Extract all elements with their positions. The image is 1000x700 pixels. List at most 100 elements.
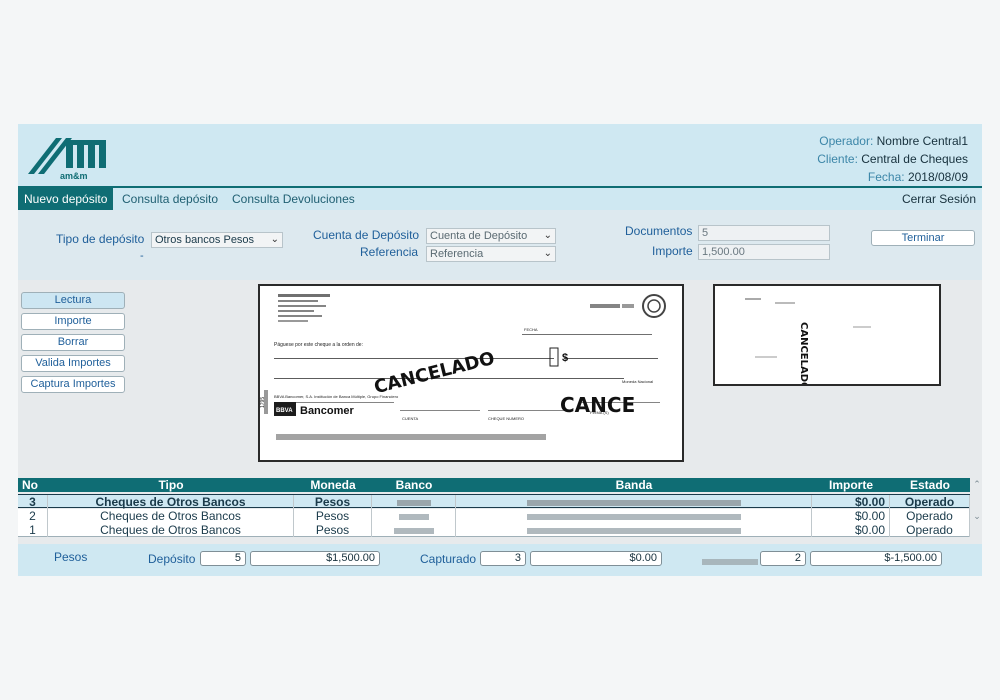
totals-bar: Pesos Depósito 5 $1,500.00 Capturado 3 $… [18, 544, 982, 576]
fecha-value: 2018/08/09 [907, 170, 968, 184]
cheque-front-drawing: Páguese por este cheque a la orden de: F… [260, 294, 666, 440]
documentos-field: 5 [698, 225, 830, 241]
app-window: am&m Operador: Nombre Central1 Cliente: … [18, 124, 982, 576]
cuenta-deposito-value: Cuenta de Depósito [430, 230, 528, 242]
bank-badge: BBVA [276, 408, 293, 414]
importe-label: Importe [652, 244, 693, 258]
row-tipo: Cheques de Otros Bancos [48, 523, 294, 537]
row-no: 3 [18, 495, 48, 509]
totals-moneda: Pesos [54, 550, 88, 564]
referencia-select[interactable]: Referencia ⌄ [426, 246, 556, 262]
cuenta-deposito-label: Cuenta de Depósito [313, 228, 420, 242]
row-no: 2 [18, 509, 48, 523]
deposito-label: Depósito [148, 552, 196, 566]
capturado-amount-field: $0.00 [530, 551, 662, 566]
row-banda-redacted [456, 495, 812, 509]
tipo-deposito-select[interactable]: Otros bancos Pesos ⌄ [151, 232, 283, 248]
cliente-value: Central de Cheques [861, 152, 968, 166]
cheque-front-image: Páguese por este cheque a la orden de: F… [258, 284, 684, 462]
diferencia-label-redacted [702, 554, 758, 568]
row-banco-redacted [372, 495, 456, 509]
col-importe: Importe [828, 478, 873, 492]
operador-value: Nombre Central1 [876, 134, 968, 148]
cheque-side-number: 1795 [260, 397, 266, 408]
table-scrollbar[interactable]: ⌃ ⌄ [972, 478, 982, 538]
referencia-value: Referencia [430, 248, 484, 260]
fecha-label: Fecha: [867, 170, 905, 184]
bank-name: Bancomer [300, 405, 355, 417]
documentos-label: Documentos [625, 224, 693, 238]
app-header: am&m Operador: Nombre Central1 Cliente: … [18, 124, 982, 186]
logo-text: am&m [60, 171, 88, 181]
operador-label: Operador: [819, 134, 874, 148]
cheque-back-image: CANCELADO [713, 284, 941, 386]
table-row[interactable]: 3 Cheques de Otros Bancos Pesos $0.00 Op… [18, 494, 970, 509]
col-estado: Estado [909, 478, 950, 492]
row-estado: Operado [890, 509, 970, 523]
fecha-line-label: FECHA [524, 327, 538, 332]
borrar-button[interactable]: Borrar [21, 334, 125, 351]
row-tipo: Cheques de Otros Bancos [48, 509, 294, 523]
col-banda: Banda [615, 478, 653, 492]
row-moneda: Pesos [294, 523, 372, 537]
tab-consulta-devoluciones[interactable]: Consulta Devoluciones [226, 188, 361, 210]
row-banco-redacted [372, 523, 456, 537]
logout-link[interactable]: Cerrar Sesión [902, 188, 976, 210]
valida-importes-button[interactable]: Valida Importes [21, 355, 125, 372]
referencia-label: Referencia [360, 245, 419, 259]
payee-line-label: Páguese por este cheque a la orden de: [274, 342, 363, 348]
row-banda-redacted [456, 509, 812, 523]
diferencia-count-field: 2 [760, 551, 806, 566]
tipo-deposito-label: Tipo de depósito [56, 232, 145, 246]
importe-button[interactable]: Importe [21, 313, 125, 330]
chevron-down-icon: ⌄ [543, 230, 552, 241]
col-banco: Banco [395, 478, 433, 492]
row-estado: Operado [890, 495, 970, 509]
importe-field: 1,500.00 [698, 244, 830, 260]
cancelado-stamp: CANCELADO [372, 348, 497, 398]
chevron-down-icon: ⌄ [270, 234, 279, 245]
row-importe: $0.00 [812, 523, 890, 537]
col-tipo: Tipo [158, 478, 184, 492]
deposit-form: Tipo de depósito Otros bancos Pesos ⌄ - … [18, 210, 982, 280]
tab-nuevo-deposito[interactable]: Nuevo depósito [18, 188, 114, 210]
diferencia-amount-field: $-1,500.00 [810, 551, 942, 566]
row-moneda: Pesos [294, 495, 372, 509]
cliente-label: Cliente: [817, 152, 858, 166]
capturado-label: Capturado [420, 552, 477, 566]
deposito-count-field: 5 [200, 551, 246, 566]
col-moneda: Moneda [310, 478, 356, 492]
tab-consulta-deposito[interactable]: Consulta depósito [116, 188, 224, 210]
moneda-label: Moneda Nacional [622, 379, 653, 384]
cheque-back-drawing: CANCELADO [745, 298, 871, 384]
cancelado-stamp-partial: CANCE [560, 393, 635, 417]
terminar-button[interactable]: Terminar [871, 230, 975, 246]
lectura-button[interactable]: Lectura [21, 292, 125, 309]
table-row[interactable]: 1 Cheques de Otros Bancos Pesos $0.00 Op… [18, 523, 970, 537]
row-importe: $0.00 [812, 509, 890, 523]
currency-sign: $ [562, 352, 568, 364]
cuenta-line-label: CUENTA [402, 416, 418, 421]
back-cancelado-stamp: CANCELADO [798, 322, 809, 384]
col-no: No [22, 478, 38, 492]
table-header: No Tipo Moneda Banco Banda Importe Estad… [18, 478, 970, 492]
chevron-down-icon: ⌄ [543, 248, 552, 259]
cheque-numero-label: CHEQUE NUMERO [488, 416, 524, 421]
scroll-down-icon[interactable]: ⌄ [972, 510, 982, 522]
captura-importes-button[interactable]: Captura Importes [21, 376, 125, 393]
scroll-up-icon[interactable]: ⌃ [972, 478, 982, 490]
deposito-amount-field: $1,500.00 [250, 551, 380, 566]
row-banda-redacted [456, 523, 812, 537]
row-tipo: Cheques de Otros Bancos [48, 495, 294, 509]
main-nav: Nuevo depósito Consulta depósito Consult… [18, 186, 982, 210]
row-banco-redacted [372, 509, 456, 523]
row-no: 1 [18, 523, 48, 537]
row-importe: $0.00 [812, 495, 890, 509]
cuenta-deposito-select[interactable]: Cuenta de Depósito ⌄ [426, 228, 556, 244]
table-row[interactable]: 2 Cheques de Otros Bancos Pesos $0.00 Op… [18, 509, 970, 523]
tipo-deposito-value: Otros bancos Pesos [155, 234, 255, 246]
row-estado: Operado [890, 523, 970, 537]
capturado-count-field: 3 [480, 551, 526, 566]
company-logo: am&m [28, 138, 106, 181]
tipo-deposito-dash: - [140, 250, 144, 262]
